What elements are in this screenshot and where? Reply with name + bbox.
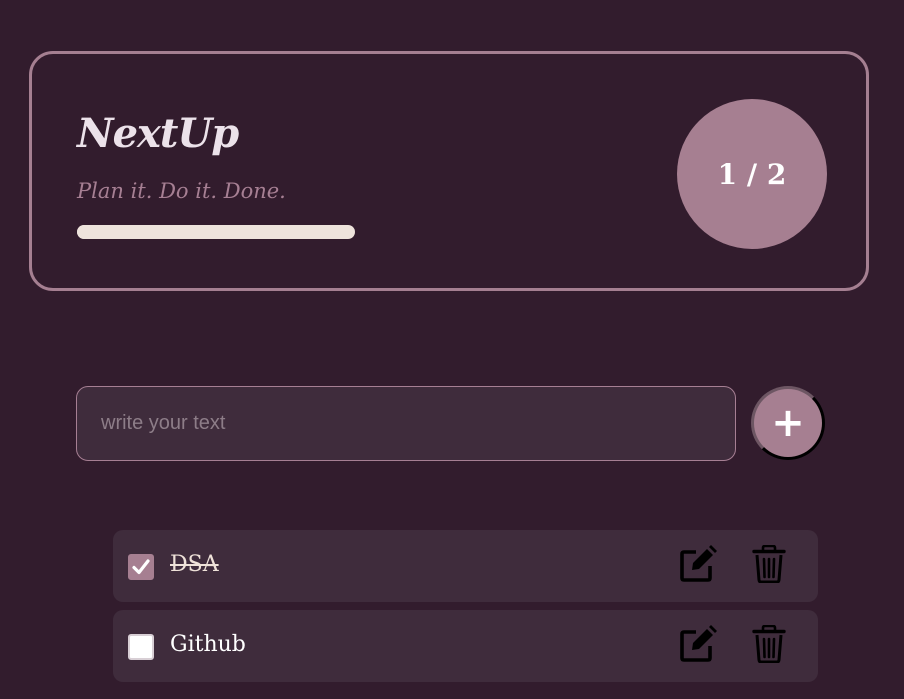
todo-checkbox[interactable]	[128, 634, 154, 660]
todo-text: DSA	[170, 552, 219, 577]
plus-icon: +	[771, 400, 805, 446]
todo-list: DSA Github	[113, 530, 818, 690]
todo-checkbox[interactable]	[128, 554, 154, 580]
delete-todo-button[interactable]	[751, 624, 787, 664]
edit-icon	[680, 625, 717, 662]
task-composer: +	[76, 386, 826, 462]
progress-bar-fill	[77, 225, 216, 239]
add-task-button[interactable]: +	[751, 386, 825, 460]
edit-icon	[680, 545, 717, 582]
edit-todo-button[interactable]	[678, 544, 718, 584]
completion-counter: 1 / 2	[677, 99, 827, 249]
todo-text: Github	[170, 632, 246, 657]
stats-card: NextUp Plan it. Do it. Done. 1 / 2	[29, 51, 869, 291]
todo-item: Github	[113, 610, 818, 682]
todo-item: DSA	[113, 530, 818, 602]
check-icon	[132, 559, 150, 575]
edit-todo-button[interactable]	[678, 624, 718, 664]
delete-todo-button[interactable]	[751, 544, 787, 584]
trash-icon	[752, 625, 786, 663]
task-input[interactable]	[76, 386, 736, 461]
app-title: NextUp	[77, 110, 239, 157]
progress-bar	[77, 225, 355, 239]
trash-icon	[752, 545, 786, 583]
app-tagline: Plan it. Do it. Done.	[77, 179, 286, 203]
completion-counter-text: 1 / 2	[717, 157, 787, 191]
